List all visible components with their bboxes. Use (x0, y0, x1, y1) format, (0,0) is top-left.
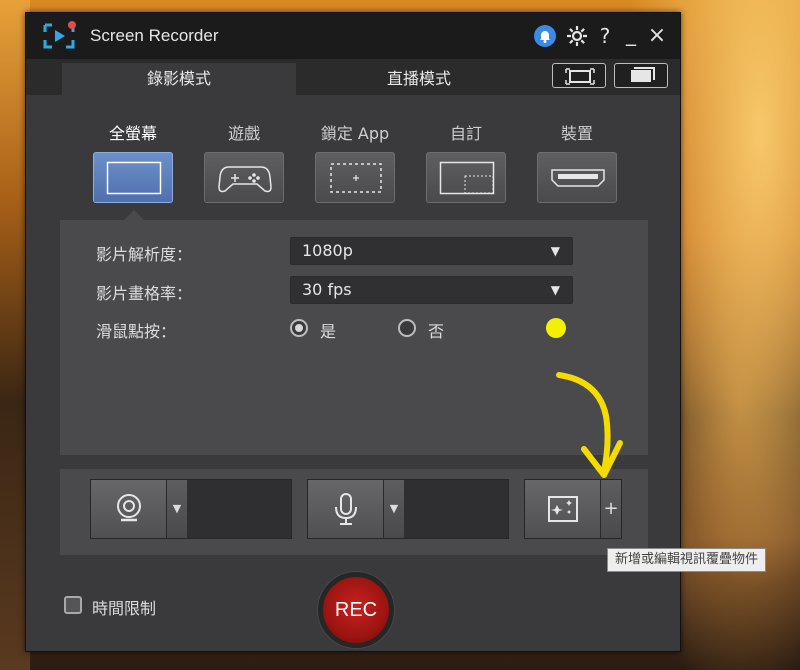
help-icon[interactable]: ? (594, 25, 616, 47)
framerate-dropdown-arrow-icon: ▼ (550, 283, 560, 297)
fullscreen-icon (106, 161, 162, 195)
source-fullscreen-button[interactable] (93, 152, 173, 203)
webcam-icon (117, 494, 141, 522)
window-stack-icon (631, 67, 655, 82)
gamepad-icon (218, 166, 272, 193)
source-game-button[interactable] (204, 152, 284, 203)
app-logo-icon (43, 21, 76, 49)
webcam-toggle-button[interactable] (91, 480, 167, 538)
framerate-value: 30 fps (302, 280, 352, 299)
mouse-click-yes-label: 是 (320, 322, 337, 341)
resolution-dropdown-arrow-icon: ▼ (550, 244, 560, 258)
source-custom-button[interactable] (426, 152, 506, 203)
mouse-click-color-picker[interactable] (546, 318, 566, 338)
webcam-dropdown-button[interactable]: ▼ (167, 480, 187, 538)
lock-app-icon (330, 163, 382, 193)
resolution-label: 影片解析度： (96, 245, 193, 264)
source-lock-app-button[interactable] (315, 152, 395, 203)
time-limit-checkbox[interactable] (64, 596, 82, 614)
resolution-value: 1080p (302, 241, 353, 260)
source-label-lock-app: 鎖定 App (320, 124, 390, 143)
window-view-button[interactable] (614, 63, 668, 88)
screen-recorder-window: Screen Recorder ? _ × 錄影模式 直播模式 全螢幕 遊戲 鎖… (25, 12, 681, 652)
close-button[interactable]: × (646, 25, 668, 47)
microphone-icon (335, 493, 357, 525)
app-title: Screen Recorder (90, 26, 219, 45)
mouse-click-no-radio[interactable] (398, 319, 416, 337)
minimize-button[interactable]: _ (620, 23, 642, 45)
source-device-button[interactable] (537, 152, 617, 203)
record-button[interactable]: REC (318, 572, 394, 648)
notification-bell-icon[interactable] (534, 25, 556, 47)
region-view-button[interactable] (552, 63, 606, 88)
mode-tab-bar: 錄影模式 直播模式 (26, 59, 680, 95)
overlay-tooltip: 新增或編輯視訊覆疊物件 (607, 548, 767, 572)
mouse-click-no-label: 否 (428, 322, 445, 341)
microphone-group: ▼ (307, 479, 509, 539)
tab-live-mode[interactable]: 直播模式 (302, 63, 536, 95)
framerate-dropdown[interactable]: 30 fps ▼ (290, 276, 573, 304)
microphone-dropdown-button[interactable]: ▼ (384, 480, 404, 538)
source-label-game: 遊戲 (227, 124, 260, 143)
resolution-dropdown[interactable]: 1080p ▼ (290, 237, 573, 265)
custom-area-icon (439, 161, 495, 195)
source-label-fullscreen: 全螢幕 (108, 124, 157, 143)
source-label-device: 裝置 (560, 124, 593, 143)
mouse-click-label: 滑鼠點按： (96, 322, 177, 341)
title-bar: Screen Recorder ? _ × (26, 13, 680, 59)
selected-source-indicator (124, 210, 144, 220)
webcam-group: ▼ (90, 479, 292, 539)
source-label-custom: 自訂 (449, 124, 482, 143)
hdmi-device-icon (551, 169, 605, 187)
region-view-icon (565, 68, 595, 85)
settings-gear-icon[interactable] (566, 25, 588, 47)
tab-record-mode[interactable]: 錄影模式 (62, 63, 296, 95)
framerate-label: 影片畫格率： (96, 284, 193, 303)
time-limit-label: 時間限制 (92, 599, 157, 618)
mouse-click-yes-radio[interactable] (290, 319, 308, 337)
microphone-toggle-button[interactable] (308, 480, 384, 538)
annotation-arrow (556, 372, 623, 478)
